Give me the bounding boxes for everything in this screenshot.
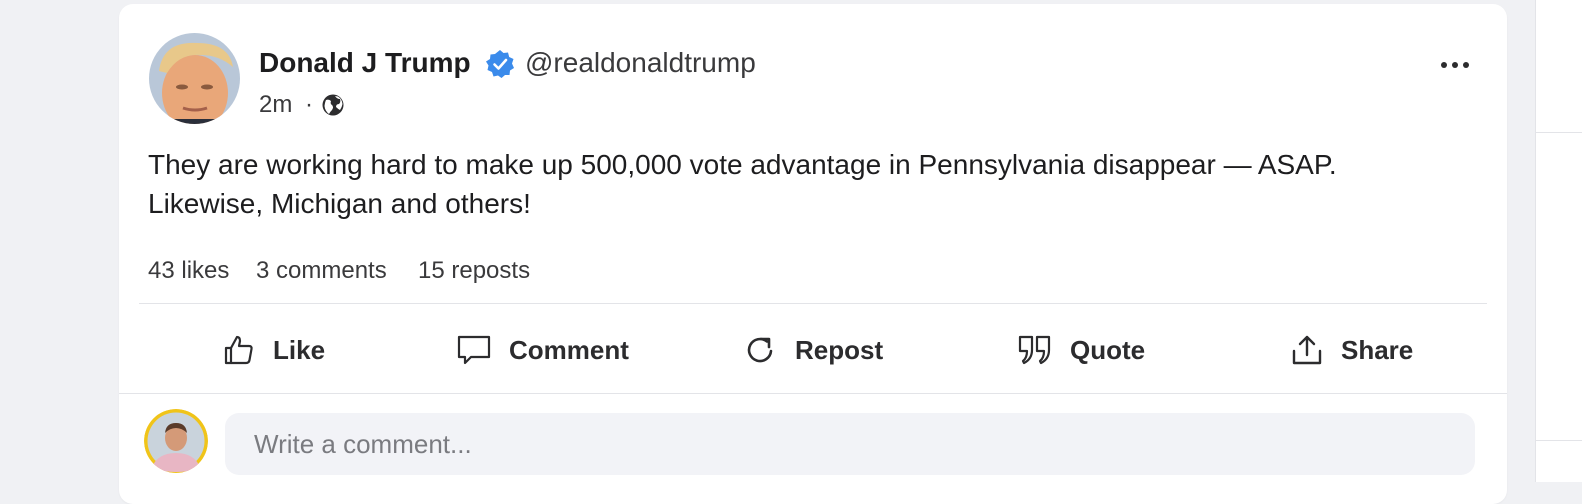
globe-icon (322, 94, 344, 116)
likes-count[interactable]: 43 likes (148, 256, 229, 286)
post-body: They are working hard to make up 500,000… (148, 145, 1448, 223)
quote-icon (1018, 335, 1051, 365)
quote-label: Quote (1070, 334, 1146, 365)
post-card: Donald J Trump @realdonaldtrump 2m · The… (119, 4, 1507, 504)
speech-bubble-icon (457, 335, 491, 365)
repost-button[interactable]: Repost (745, 330, 883, 370)
meta-separator: · (305, 91, 313, 118)
comment-button[interactable]: Comment (457, 330, 629, 370)
divider (1536, 440, 1582, 441)
comment-input[interactable] (225, 413, 1475, 475)
author-avatar[interactable] (149, 33, 240, 124)
post-timestamp[interactable]: 2m (259, 90, 292, 120)
divider (1536, 132, 1582, 133)
repost-label: Repost (795, 334, 884, 365)
quote-button[interactable]: Quote (1018, 330, 1145, 370)
post-body-line: They are working hard to make up 500,000… (148, 149, 1337, 180)
current-user-avatar[interactable] (144, 409, 208, 473)
like-button[interactable]: Like (223, 330, 325, 370)
author-name[interactable]: Donald J Trump (259, 46, 471, 80)
right-sidebar (1535, 0, 1582, 482)
more-options-button[interactable] (1435, 50, 1475, 80)
share-button[interactable]: Share (1291, 330, 1413, 370)
author-handle[interactable]: @realdonaldtrump (525, 46, 756, 80)
comments-count[interactable]: 3 comments (256, 256, 387, 286)
divider (139, 303, 1487, 304)
like-label: Like (273, 334, 326, 365)
reposts-count[interactable]: 15 reposts (418, 256, 530, 286)
comment-label: Comment (509, 334, 629, 365)
share-label: Share (1341, 334, 1414, 365)
divider (119, 393, 1507, 394)
verified-badge-icon (486, 50, 514, 78)
repost-icon (747, 337, 773, 363)
post-body-line: Likewise, Michigan and others! (148, 188, 531, 219)
thumbs-up-icon (224, 335, 253, 365)
share-icon (1292, 335, 1322, 365)
